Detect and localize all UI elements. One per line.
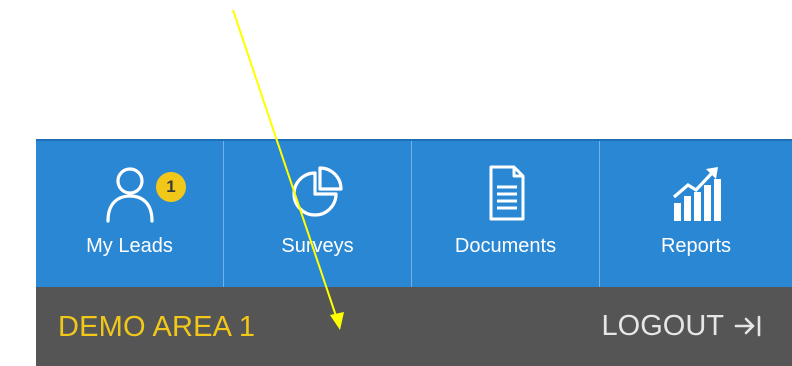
nav-item-my-leads[interactable]: 1 My Leads — [36, 141, 224, 287]
bar-chart-trend-icon — [666, 163, 726, 223]
nav-item-label: Surveys — [281, 235, 354, 257]
notification-badge: 1 — [156, 172, 186, 202]
nav-item-label: My Leads — [86, 235, 173, 257]
area-name: DEMO AREA 1 — [58, 311, 256, 343]
nav-item-surveys[interactable]: Surveys — [224, 141, 412, 287]
pie-chart-icon — [288, 163, 348, 223]
nav-item-label: Documents — [454, 235, 557, 257]
nav-item-reports[interactable]: Reports — [600, 141, 792, 287]
nav-item-label: Reports — [660, 235, 732, 257]
status-bar: DEMO AREA 1 LOGOUT — [36, 287, 792, 366]
screenshot-stage: 1 My Leads Surveys Documents Reports DEM… — [0, 0, 792, 366]
logout-label: LOGOUT — [601, 309, 724, 342]
person-icon — [100, 163, 160, 223]
bottom-navigation: 1 My Leads Surveys Documents Reports — [36, 139, 792, 287]
logout-arrow-icon — [734, 313, 762, 339]
app-shell: 1 My Leads Surveys Documents Reports DEM… — [36, 139, 792, 366]
logout-button[interactable]: LOGOUT — [602, 309, 762, 343]
nav-item-documents[interactable]: Documents — [412, 141, 600, 287]
document-icon — [476, 163, 536, 223]
